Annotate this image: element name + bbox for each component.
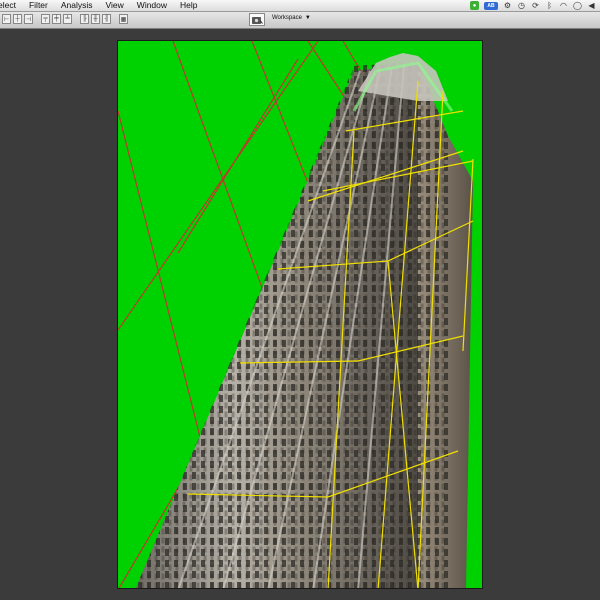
workspace-dropdown[interactable]: Workspace ▼: [272, 15, 311, 21]
align-tools: ⊢ ┼ ⊣ ╤ ╪ ╧ ╟ ╫ ╢ ▦: [2, 14, 128, 24]
badge-icon[interactable]: AB: [484, 1, 498, 10]
auto-align-icon[interactable]: ▦: [119, 14, 128, 24]
distribute-middle-icon[interactable]: ╪: [52, 14, 61, 24]
menu-select[interactable]: elect: [0, 0, 16, 11]
evernote-icon[interactable]: ●: [470, 1, 479, 10]
align-center-icon[interactable]: ┼: [13, 14, 22, 24]
menu-window[interactable]: Window: [137, 0, 167, 11]
canvas-image: [118, 41, 482, 588]
workspace-label: Workspace: [272, 15, 302, 21]
camera-icon: [251, 16, 263, 24]
separator: [113, 14, 117, 24]
separator: [74, 14, 78, 24]
distribute-hcenter-icon[interactable]: ╫: [91, 14, 100, 24]
menu-view[interactable]: View: [106, 0, 124, 11]
bridge-button[interactable]: [249, 13, 265, 26]
distribute-top-icon[interactable]: ╤: [41, 14, 50, 24]
wifi-icon[interactable]: ◠: [559, 1, 568, 10]
align-left-icon[interactable]: ⊢: [2, 14, 11, 24]
menu-bar: elect Filter Analysis View Window Help ●…: [0, 0, 600, 12]
distribute-right-icon[interactable]: ╢: [102, 14, 111, 24]
volume-icon[interactable]: ◀: [587, 1, 596, 10]
distribute-bottom-icon[interactable]: ╧: [63, 14, 72, 24]
menu-extras: ● AB ⚙ ◷ ⟳ ᛒ ◠ ◯ ◀: [470, 0, 596, 11]
sync-icon[interactable]: ⟳: [531, 1, 540, 10]
menu-help[interactable]: Help: [180, 0, 197, 11]
gear-icon[interactable]: ⚙: [503, 1, 512, 10]
distribute-left-icon[interactable]: ╟: [80, 14, 89, 24]
chevron-down-icon: ▼: [304, 15, 311, 21]
time-machine-icon[interactable]: ◷: [517, 1, 526, 10]
options-bar: ⊢ ┼ ⊣ ╤ ╪ ╧ ╟ ╫ ╢ ▦ Workspace ▼: [0, 12, 600, 29]
menu-analysis[interactable]: Analysis: [61, 0, 93, 11]
menu-filter[interactable]: Filter: [29, 0, 48, 11]
document-canvas[interactable]: [117, 40, 483, 589]
bluetooth-icon[interactable]: ᛒ: [545, 1, 554, 10]
separator: [35, 14, 39, 24]
align-right-icon[interactable]: ⊣: [24, 14, 33, 24]
chat-icon[interactable]: ◯: [573, 1, 582, 10]
